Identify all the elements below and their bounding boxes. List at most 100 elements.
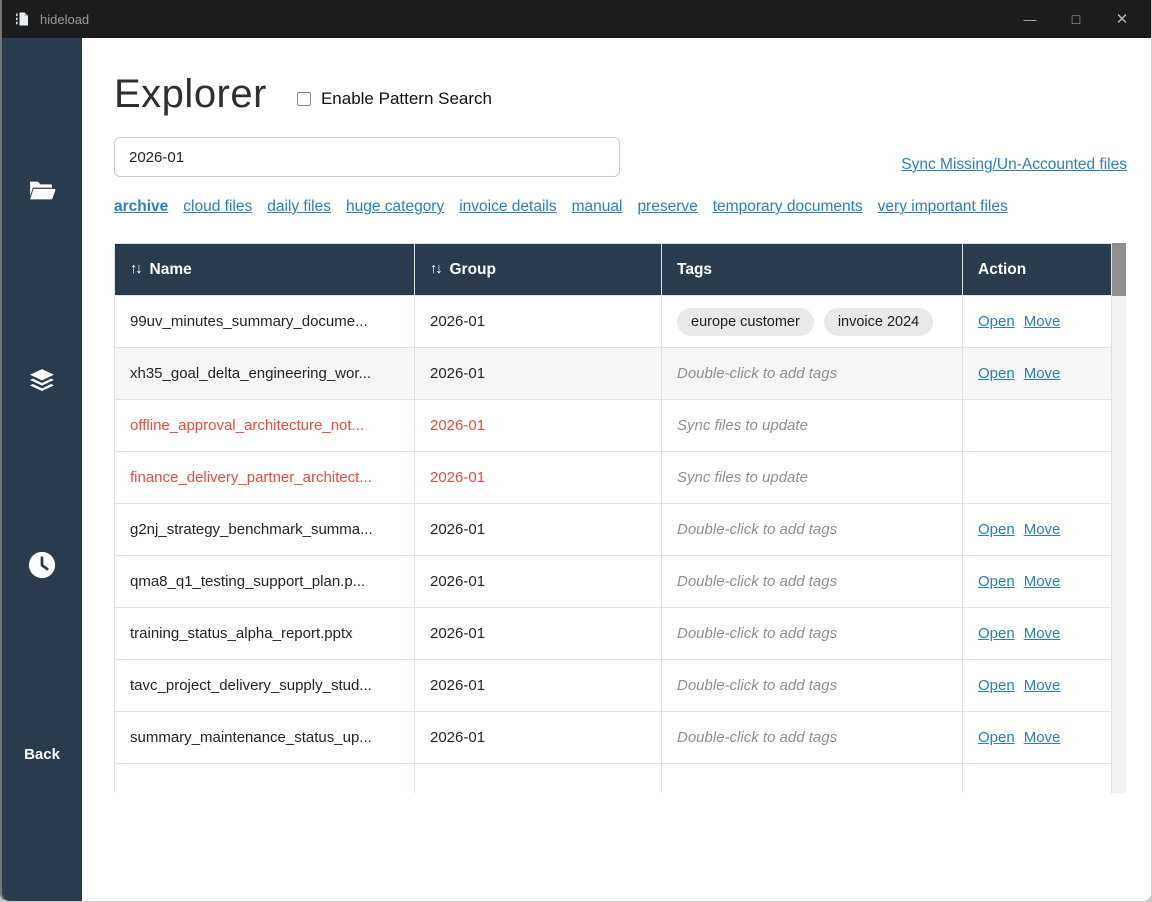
open-link[interactable]: Open	[978, 521, 1015, 538]
table-row[interactable]: summary_maintenance_status_up... 2026-01…	[115, 712, 1112, 764]
cell-tags[interactable]: Double-click to add tags	[662, 608, 963, 660]
cell-action	[963, 400, 1112, 452]
category-link-huge-category[interactable]: huge category	[346, 198, 444, 216]
cell-name: g2nj_strategy_benchmark_summa...	[115, 504, 415, 556]
category-link-cloud-files[interactable]: cloud files	[183, 198, 252, 216]
cell-tags[interactable]: Double-click to add tags	[662, 556, 963, 608]
move-link[interactable]: Move	[1024, 521, 1061, 538]
column-header-name[interactable]: ↑↓Name	[115, 244, 415, 296]
category-link-daily-files[interactable]: daily files	[267, 198, 331, 216]
file-table: ↑↓Name ↑↓Group Tags Action	[114, 243, 1112, 793]
tag-pill: europe customer	[677, 308, 814, 336]
table-row[interactable]: tavc_project_delivery_supply_stud... 202…	[115, 660, 1112, 712]
category-link-temporary-documents[interactable]: temporary documents	[713, 198, 863, 216]
main-content: Explorer Enable Pattern Search Sync Miss…	[82, 38, 1151, 902]
table-row[interactable]: finance_delivery_partner_architect... 20…	[115, 452, 1112, 504]
table-row[interactable]: qma8_q1_testing_support_plan.p... 2026-0…	[115, 556, 1112, 608]
cell-action	[963, 452, 1112, 504]
move-link[interactable]: Move	[1024, 677, 1061, 694]
table-scrollbar[interactable]	[1112, 243, 1126, 793]
maximize-button[interactable]: □	[1053, 0, 1099, 38]
column-label: Action	[978, 261, 1026, 278]
minimize-button[interactable]: —	[1007, 0, 1053, 38]
table-row[interactable]: xh35_goal_delta_engineering_wor... 2026-…	[115, 348, 1112, 400]
open-link[interactable]: Open	[978, 365, 1015, 382]
sort-icon: ↑↓	[430, 261, 441, 277]
category-link-invoice-details[interactable]: invoice details	[459, 198, 556, 216]
move-link[interactable]: Move	[1024, 573, 1061, 590]
cell-group: 2026-01	[415, 712, 662, 764]
cell-action: Open Move	[963, 504, 1112, 556]
pattern-search-checkbox[interactable]	[297, 92, 311, 106]
cell-tags[interactable]: europe customer invoice 2024	[662, 296, 963, 348]
table-row-partial	[115, 764, 1112, 794]
window-controls: — □ ✕	[1007, 0, 1151, 38]
category-links: archive cloud files daily files huge catego…	[114, 198, 1127, 216]
sidebar-item-files[interactable]	[2, 176, 82, 211]
category-link-manual[interactable]: manual	[572, 198, 623, 216]
sort-icon: ↑↓	[130, 261, 141, 277]
open-link[interactable]: Open	[978, 729, 1015, 746]
cell-action: Open Move	[963, 348, 1112, 400]
column-header-group[interactable]: ↑↓Group	[415, 244, 662, 296]
search-input[interactable]	[114, 137, 620, 177]
tags-placeholder[interactable]: Double-click to add tags	[677, 365, 837, 382]
sidebar-item-history[interactable]	[2, 550, 82, 585]
cell-action: Open Move	[963, 296, 1112, 348]
open-link[interactable]: Open	[978, 573, 1015, 590]
scrollbar-thumb[interactable]	[1112, 243, 1126, 296]
cell-tags[interactable]: Double-click to add tags	[662, 712, 963, 764]
column-header-action: Action	[963, 244, 1112, 296]
table-row[interactable]: g2nj_strategy_benchmark_summa... 2026-01…	[115, 504, 1112, 556]
cell-action: Open Move	[963, 660, 1112, 712]
cell-name: summary_maintenance_status_up...	[115, 712, 415, 764]
table-row[interactable]: offline_approval_architecture_not... 202…	[115, 400, 1112, 452]
cell-tags[interactable]: Sync files to update	[662, 400, 963, 452]
column-header-tags: Tags	[662, 244, 963, 296]
file-table-container: ↑↓Name ↑↓Group Tags Action	[114, 243, 1126, 793]
move-link[interactable]: Move	[1024, 625, 1061, 642]
table-row[interactable]: 99uv_minutes_summary_docume... 2026-01 e…	[115, 296, 1112, 348]
close-button[interactable]: ✕	[1099, 0, 1145, 38]
move-link[interactable]: Move	[1024, 729, 1061, 746]
cell-name: tavc_project_delivery_supply_stud...	[115, 660, 415, 712]
cell-name: 99uv_minutes_summary_docume...	[115, 296, 415, 348]
cell-group: 2026-01	[415, 660, 662, 712]
open-link[interactable]: Open	[978, 313, 1015, 330]
move-link[interactable]: Move	[1024, 365, 1061, 382]
pattern-search-label: Enable Pattern Search	[321, 89, 492, 109]
category-link-very-important-files[interactable]: very important files	[878, 198, 1008, 216]
app-icon	[15, 11, 31, 27]
cell-name: offline_approval_architecture_not...	[115, 400, 415, 452]
open-link[interactable]: Open	[978, 625, 1015, 642]
move-link[interactable]: Move	[1024, 313, 1061, 330]
tags-placeholder[interactable]: Double-click to add tags	[677, 573, 837, 590]
cell-tags[interactable]: Double-click to add tags	[662, 660, 963, 712]
tags-placeholder[interactable]: Sync files to update	[677, 469, 808, 486]
app-window: hideload — □ ✕	[0, 0, 1152, 902]
tag-pill: invoice 2024	[824, 308, 933, 336]
pattern-search-toggle[interactable]: Enable Pattern Search	[297, 89, 492, 109]
cell-action: Open Move	[963, 556, 1112, 608]
tags-placeholder[interactable]: Double-click to add tags	[677, 625, 837, 642]
cell-tags[interactable]: Double-click to add tags	[662, 348, 963, 400]
sidebar: Back	[2, 38, 82, 902]
cell-tags[interactable]: Sync files to update	[662, 452, 963, 504]
tags-placeholder[interactable]: Sync files to update	[677, 417, 808, 434]
cell-tags[interactable]: Double-click to add tags	[662, 504, 963, 556]
sidebar-item-groups[interactable]	[2, 366, 82, 401]
tags-placeholder[interactable]: Double-click to add tags	[677, 521, 837, 538]
category-link-preserve[interactable]: preserve	[637, 198, 697, 216]
table-row[interactable]: training_status_alpha_report.pptx 2026-0…	[115, 608, 1112, 660]
folder-open-icon	[27, 176, 57, 211]
cell-group: 2026-01	[415, 348, 662, 400]
app-title: hideload	[40, 12, 1007, 27]
tags-placeholder[interactable]: Double-click to add tags	[677, 729, 837, 746]
page-title: Explorer	[114, 68, 267, 120]
category-link-archive[interactable]: archive	[114, 198, 168, 216]
back-button[interactable]: Back	[2, 746, 82, 763]
clock-icon	[27, 550, 57, 585]
sync-missing-link[interactable]: Sync Missing/Un-Accounted files	[901, 156, 1127, 174]
tags-placeholder[interactable]: Double-click to add tags	[677, 677, 837, 694]
open-link[interactable]: Open	[978, 677, 1015, 694]
